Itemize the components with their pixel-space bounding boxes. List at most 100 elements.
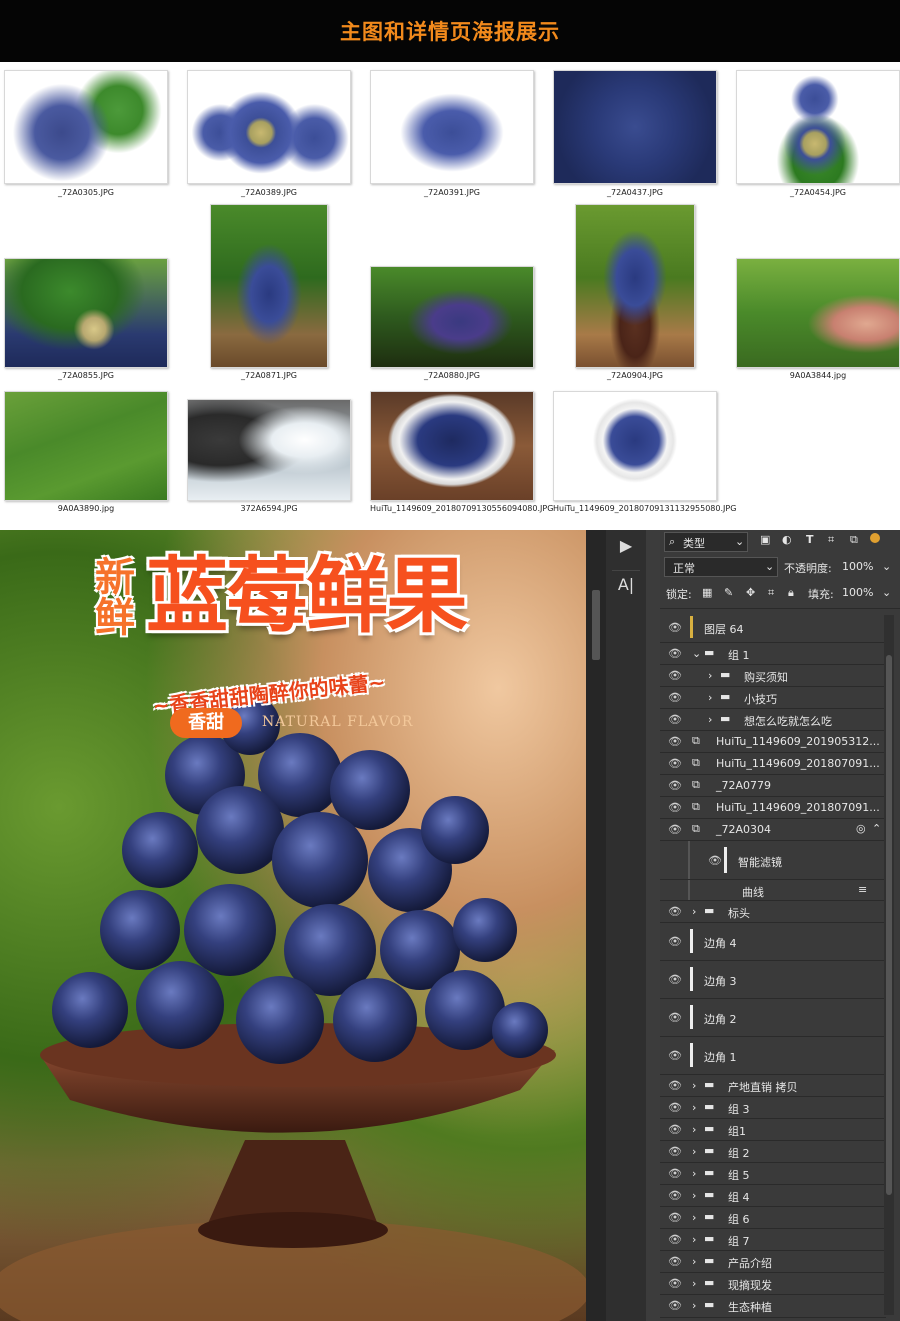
- play-icon[interactable]: ▶: [612, 532, 640, 560]
- visibility-eye-icon[interactable]: 👁︎: [668, 1211, 682, 1224]
- chevron-up-icon[interactable]: ⌃: [872, 822, 881, 835]
- thumbnail[interactable]: _72A0904.JPG: [575, 204, 695, 386]
- thumbnail[interactable]: _72A0454.JPG: [736, 70, 900, 200]
- layer-row[interactable]: 👁︎ › ▬ 生态种植: [660, 1295, 886, 1318]
- visibility-eye-icon[interactable]: 👁︎: [668, 1079, 682, 1092]
- layer-row[interactable]: 👁︎ ⌄ ▬ 组 1: [660, 643, 886, 665]
- visibility-eye-icon[interactable]: 👁︎: [668, 1145, 682, 1158]
- layer-row[interactable]: 👁︎ › ▬ 组 6: [660, 1207, 886, 1229]
- opacity-field[interactable]: 100%: [842, 560, 873, 573]
- visibility-eye-icon[interactable]: 👁︎: [668, 801, 682, 814]
- layer-row[interactable]: 👁︎ › ▬ 现摘现发: [660, 1273, 886, 1295]
- layer-row[interactable]: 👁︎ › ▬ 想怎么吃就怎么吃: [660, 709, 886, 731]
- layer-row[interactable]: 👁︎ › ▬ 组 7: [660, 1229, 886, 1251]
- chevron-right-icon[interactable]: ›: [692, 905, 696, 918]
- layer-row[interactable]: 👁︎ › ▬ 组1: [660, 1119, 886, 1141]
- layer-row[interactable]: 👁︎ 智能滤镜: [660, 841, 886, 880]
- visibility-eye-icon[interactable]: 👁︎: [668, 1299, 682, 1312]
- visibility-eye-icon[interactable]: 👁︎: [668, 1189, 682, 1202]
- layer-row[interactable]: 👁︎ ⧉ HuiTu_1149609_201905312...: [660, 731, 886, 753]
- character-panel-icon[interactable]: A|: [612, 570, 640, 599]
- chevron-right-icon[interactable]: ›: [692, 1211, 696, 1224]
- lock-artboard-icon[interactable]: ⌗: [768, 586, 774, 600]
- chevron-right-icon[interactable]: ›: [692, 1233, 696, 1246]
- layer-row[interactable]: 👁︎ › ▬ 产地直销 拷贝: [660, 1075, 886, 1097]
- visibility-eye-icon[interactable]: 👁︎: [668, 1011, 682, 1024]
- lock-pixels-icon[interactable]: ✎: [724, 586, 733, 599]
- thumbnail[interactable]: HuiTu_1149609_20180709131132955080.JPG: [553, 391, 736, 519]
- thumbnail[interactable]: _72A0880.JPG: [370, 266, 534, 386]
- layer-filter-select[interactable]: ⌕ 类型 ⌄: [664, 532, 748, 552]
- visibility-eye-icon[interactable]: 👁︎: [668, 1233, 682, 1246]
- layer-row[interactable]: 👁︎ ⧉ HuiTu_1149609_201807091...: [660, 753, 886, 775]
- visibility-eye-icon[interactable]: 👁︎: [708, 854, 722, 867]
- chevron-right-icon[interactable]: ›: [692, 1277, 696, 1290]
- filter-options-icon[interactable]: ≡: [858, 883, 867, 896]
- visibility-eye-icon[interactable]: 👁︎: [668, 757, 682, 770]
- chevron-right-icon[interactable]: ›: [708, 713, 712, 726]
- layer-row[interactable]: 👁︎ 图层 64: [660, 612, 886, 643]
- layer-row[interactable]: 👁︎ › ▬ 组 5: [660, 1163, 886, 1185]
- layer-row[interactable]: 👁︎ 边角 2: [660, 999, 886, 1037]
- chevron-right-icon[interactable]: ›: [692, 1255, 696, 1268]
- visibility-eye-icon[interactable]: 👁︎: [668, 823, 682, 836]
- chevron-down-icon[interactable]: ⌄: [882, 586, 891, 599]
- thumbnail[interactable]: 9A0A3844.jpg: [736, 258, 900, 386]
- canvas-scrollbar[interactable]: [592, 590, 600, 660]
- layer-row[interactable]: 👁︎ ⧉ _72A0304 ◎ ⌃: [660, 819, 886, 841]
- visibility-eye-icon[interactable]: 👁︎: [668, 1277, 682, 1290]
- visibility-eye-icon[interactable]: 👁︎: [668, 1049, 682, 1062]
- layer-row[interactable]: 👁︎ › ▬ 产品介绍: [660, 1251, 886, 1273]
- blend-mode-select[interactable]: 正常 ⌄: [664, 557, 778, 577]
- visibility-eye-icon[interactable]: 👁︎: [668, 973, 682, 986]
- layer-row[interactable]: 曲线 ≡: [660, 880, 886, 901]
- visibility-eye-icon[interactable]: 👁︎: [668, 735, 682, 748]
- lock-position-icon[interactable]: ✥: [746, 586, 755, 599]
- layer-row[interactable]: 👁︎ › ▬ 标头: [660, 901, 886, 923]
- layer-row[interactable]: 👁︎ › ▬ 组 2: [660, 1141, 886, 1163]
- pixel-filter-icon[interactable]: ▣: [760, 533, 770, 546]
- thumbnail[interactable]: _72A0391.JPG: [370, 70, 534, 200]
- visibility-eye-icon[interactable]: 👁︎: [668, 1101, 682, 1114]
- thumbnail[interactable]: _72A0871.JPG: [210, 204, 328, 386]
- layer-row[interactable]: 👁︎ 边角 4: [660, 923, 886, 961]
- shape-filter-icon[interactable]: ⌗: [828, 533, 834, 547]
- layer-row[interactable]: 👁︎ ⧉ _72A0779: [660, 775, 886, 797]
- visibility-eye-icon[interactable]: 👁︎: [668, 1255, 682, 1268]
- visibility-eye-icon[interactable]: 👁︎: [668, 713, 682, 726]
- chevron-right-icon[interactable]: ›: [692, 1123, 696, 1136]
- thumbnail[interactable]: 9A0A3890.jpg: [4, 391, 168, 519]
- chevron-right-icon[interactable]: ›: [692, 1145, 696, 1158]
- thumbnail[interactable]: _72A0389.JPG: [187, 70, 351, 200]
- type-filter-icon[interactable]: T: [806, 533, 814, 546]
- chevron-right-icon[interactable]: ›: [692, 1189, 696, 1202]
- chevron-right-icon[interactable]: ›: [692, 1079, 696, 1092]
- layer-row[interactable]: 👁︎ 边角 1: [660, 1037, 886, 1075]
- thumbnail[interactable]: _72A0305.JPG: [4, 70, 168, 200]
- thumbnail[interactable]: _72A0437.JPG: [553, 70, 717, 200]
- chevron-right-icon[interactable]: ›: [692, 1299, 696, 1312]
- layer-row[interactable]: 👁︎ 边角 3: [660, 961, 886, 999]
- smart-object-filter-icon[interactable]: ⧉: [850, 533, 858, 547]
- fill-field[interactable]: 100%: [842, 586, 873, 599]
- visibility-eye-icon[interactable]: 👁︎: [668, 669, 682, 682]
- layer-row[interactable]: 👁︎ › ▬ 购买须知: [660, 665, 886, 687]
- chevron-right-icon[interactable]: ›: [708, 691, 712, 704]
- layer-row[interactable]: 👁︎ ⧉ HuiTu_1149609_201807091...: [660, 797, 886, 819]
- thumbnail[interactable]: 372A6594.JPG: [187, 399, 351, 519]
- visibility-eye-icon[interactable]: 👁︎: [668, 935, 682, 948]
- chevron-right-icon[interactable]: ›: [692, 1167, 696, 1180]
- layers-scrollbar[interactable]: [884, 615, 894, 1315]
- visibility-eye-icon[interactable]: 👁︎: [668, 621, 682, 634]
- visibility-eye-icon[interactable]: 👁︎: [668, 691, 682, 704]
- visibility-eye-icon[interactable]: 👁︎: [668, 905, 682, 918]
- lock-transparent-icon[interactable]: ▦: [702, 586, 712, 599]
- thumbnail[interactable]: HuiTu_1149609_20180709130556094080.JPG: [370, 391, 553, 519]
- visibility-eye-icon[interactable]: 👁︎: [668, 1123, 682, 1136]
- adjustment-filter-icon[interactable]: ◐: [782, 533, 792, 546]
- chevron-right-icon[interactable]: ›: [708, 669, 712, 682]
- chevron-right-icon[interactable]: ›: [692, 1101, 696, 1114]
- visibility-eye-icon[interactable]: 👁︎: [668, 1167, 682, 1180]
- layer-row[interactable]: 👁︎ › ▬ 组 4: [660, 1185, 886, 1207]
- layer-row[interactable]: 👁︎ › ▬ 组 3: [660, 1097, 886, 1119]
